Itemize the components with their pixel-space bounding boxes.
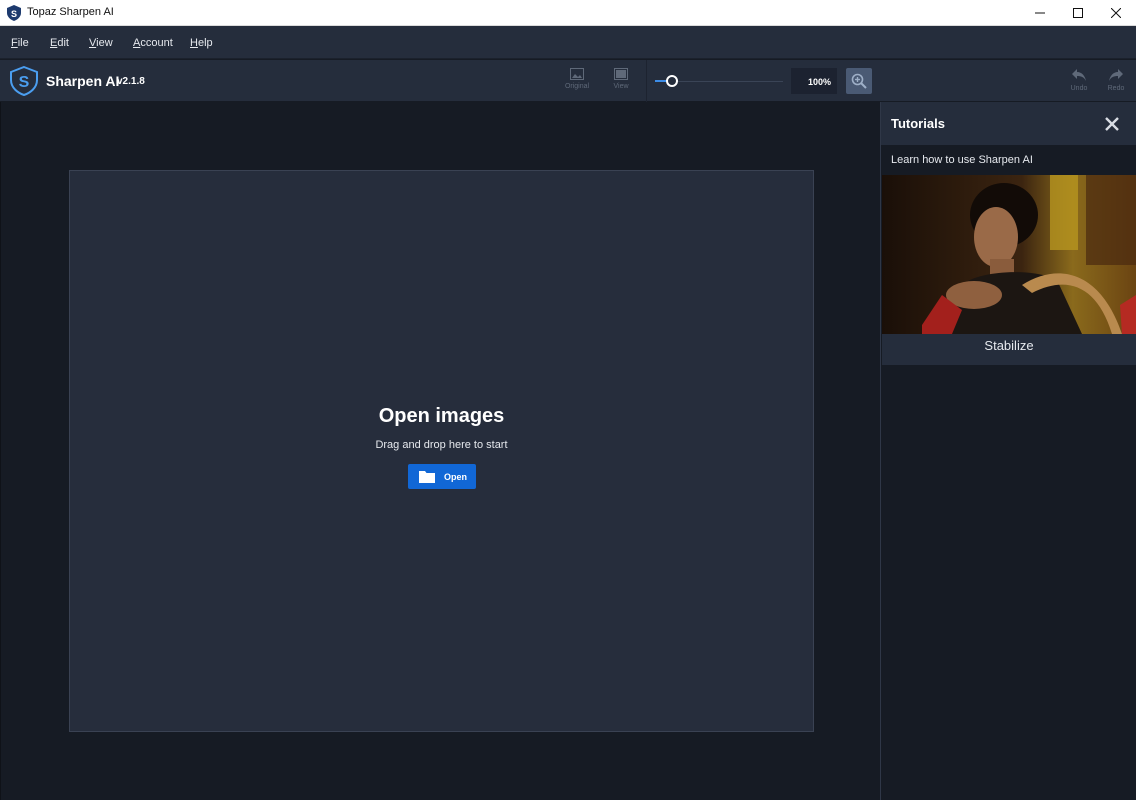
view-button[interactable]: View: [603, 68, 639, 98]
window-titlebar: S Topaz Sharpen AI: [0, 0, 1136, 26]
split-view-icon: [614, 68, 628, 80]
close-icon: [1111, 8, 1121, 18]
menu-help[interactable]: Help: [190, 37, 213, 49]
image-icon: [570, 68, 584, 80]
zoom-button[interactable]: [846, 68, 872, 94]
close-window-button[interactable]: [1097, 0, 1135, 26]
original-button[interactable]: Original: [559, 68, 595, 98]
minimize-icon: [1035, 12, 1045, 14]
zoom-in-icon: [851, 73, 867, 89]
view-label: View: [613, 83, 629, 90]
open-button[interactable]: Open: [408, 464, 476, 489]
menu-account[interactable]: Account: [133, 37, 173, 49]
redo-arrow-icon: [1109, 69, 1123, 81]
open-button-label: Open: [444, 471, 468, 482]
app-shield-icon: S: [7, 5, 21, 21]
menu-view[interactable]: View: [89, 37, 113, 49]
menu-bar: File Edit View Account Help: [0, 26, 1136, 59]
redo-button[interactable]: Redo: [1098, 68, 1134, 98]
undo-label: Undo: [1070, 85, 1088, 92]
drop-zone[interactable]: Open images Drag and drop here to start …: [69, 170, 814, 732]
app-version: v2.1.8: [117, 76, 145, 87]
toolbar-divider: [646, 60, 647, 102]
maximize-icon: [1073, 8, 1083, 18]
menu-edit[interactable]: Edit: [50, 37, 69, 49]
zoom-value-field[interactable]: 100%: [791, 68, 837, 94]
zoom-slider-thumb[interactable]: [666, 75, 678, 87]
svg-text:S: S: [11, 9, 17, 19]
drop-zone-title: Open images: [378, 405, 505, 427]
window-title: Topaz Sharpen AI: [27, 6, 114, 18]
minimize-button[interactable]: [1021, 0, 1059, 26]
topaz-logo-icon: S: [10, 66, 38, 96]
close-panel-icon[interactable]: [1103, 115, 1121, 133]
redo-label: Redo: [1107, 85, 1125, 92]
tutorial-card[interactable]: Stabilize: [882, 175, 1136, 365]
tutorial-label: Stabilize: [984, 338, 1034, 353]
app-name: Sharpen AI: [46, 73, 120, 89]
workspace: Open images Drag and drop here to start …: [0, 102, 880, 800]
original-label: Original: [564, 83, 590, 90]
tutorials-title: Tutorials: [891, 116, 945, 131]
svg-text:S: S: [19, 74, 30, 91]
undo-arrow-icon: [1072, 69, 1086, 81]
tutorials-description: Learn how to use Sharpen AI: [891, 154, 1033, 166]
toolbar: S Sharpen AI v2.1.8 Original View 100% U: [0, 60, 1136, 102]
drop-zone-subtitle: Drag and drop here to start: [375, 439, 508, 451]
undo-button[interactable]: Undo: [1061, 68, 1097, 98]
tutorials-header: Tutorials: [881, 102, 1136, 145]
folder-icon: [419, 471, 435, 483]
menu-file[interactable]: File: [11, 37, 29, 49]
tutorials-panel: Tutorials Learn how to use Sharpen AI St…: [880, 102, 1136, 800]
maximize-button[interactable]: [1059, 0, 1097, 26]
tutorial-thumbnail: [882, 175, 1136, 334]
